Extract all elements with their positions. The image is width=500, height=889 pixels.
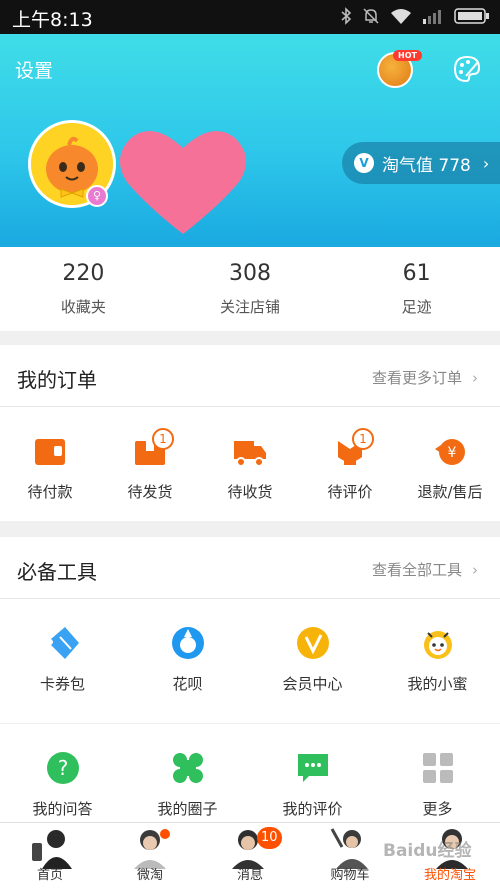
taoqi-value-button[interactable]: V 淘气值 778 › <box>342 142 500 184</box>
new-dot-badge <box>160 829 170 839</box>
tools-row-2: ? 我的问答 我的圈子 我的评价 更多 <box>0 724 500 822</box>
tools-row-1: 卡券包 花呗 会员中心 我的小蜜 <box>0 599 500 723</box>
huabei-icon <box>171 627 204 659</box>
circle-icon <box>172 753 203 783</box>
stat-value: 308 <box>229 261 271 286</box>
order-pending-review[interactable]: 1 待评价 <box>300 407 400 521</box>
tab-label: 首页 <box>36 868 63 883</box>
question-icon: ? <box>46 752 79 784</box>
order-pending-payment[interactable]: 待付款 <box>0 407 100 521</box>
tool-my-reviews[interactable]: 我的评价 <box>250 724 375 822</box>
watermark-text: Baidu经验 <box>383 841 472 861</box>
count-badge: 1 <box>352 428 374 450</box>
order-label: 退款/售后 <box>417 483 483 501</box>
refund-icon: ¥ <box>435 439 465 465</box>
profile-header: 设置 HOT ♀ V 淘气值 778 › <box>0 34 500 247</box>
tool-label: 我的小蜜 <box>407 675 468 693</box>
tab-label: 消息 <box>236 868 263 883</box>
svg-text:¥: ¥ <box>448 445 457 461</box>
order-pending-shipment[interactable]: 1 待发货 <box>100 407 200 521</box>
truck-icon <box>234 441 266 467</box>
stats-bar: 220 收藏夹 308 关注店铺 61 足迹 <box>0 247 500 331</box>
tool-coupons[interactable]: 卡券包 <box>0 599 125 723</box>
assistant-icon <box>423 631 452 659</box>
hot-badge: HOT <box>393 50 422 61</box>
tool-label: 卡券包 <box>39 675 85 693</box>
svg-text:?: ? <box>57 756 68 780</box>
comment-icon <box>297 754 328 782</box>
order-pending-receipt[interactable]: 待收货 <box>200 407 300 521</box>
section-title: 我的订单 <box>17 368 97 392</box>
wallet-icon <box>35 439 65 465</box>
settings-button[interactable]: 设置 <box>15 56 53 83</box>
tools-header: 必备工具 查看全部工具 › <box>0 537 500 599</box>
tab-avatar-photo <box>32 830 72 869</box>
vip-v-icon: V <box>354 153 374 173</box>
taoqi-value-label: 淘气值 778 <box>382 155 471 176</box>
tab-messages[interactable]: 10 消息 <box>200 823 300 889</box>
stat-footprints[interactable]: 61 足迹 <box>333 247 500 331</box>
stat-label: 关注店铺 <box>220 298 281 316</box>
tool-member-center[interactable]: 会员中心 <box>250 599 375 723</box>
tab-home[interactable]: 首页 <box>0 823 100 889</box>
more-grid-icon <box>422 753 453 783</box>
stat-favorites[interactable]: 220 收藏夹 <box>0 247 167 331</box>
signal-icon <box>423 10 441 24</box>
tool-label: 我的问答 <box>32 800 93 818</box>
view-all-orders-link[interactable]: 查看更多订单 › <box>372 367 478 388</box>
order-refund[interactable]: ¥ 退款/售后 <box>400 407 500 521</box>
wifi-icon <box>391 9 411 24</box>
view-more-label: 查看全部工具 <box>371 561 462 579</box>
tool-label: 会员中心 <box>282 675 343 693</box>
orders-header: 我的订单 查看更多订单 › <box>0 345 500 407</box>
stat-label: 足迹 <box>401 298 432 316</box>
order-label: 待发货 <box>127 483 173 501</box>
tab-label: 我的淘宝 <box>423 868 476 883</box>
tab-label: 微淘 <box>136 868 163 883</box>
chevron-right-icon: › <box>482 153 490 173</box>
chevron-right-icon: › <box>472 369 478 387</box>
bluetooth-icon <box>341 7 352 25</box>
message-count-badge: 10 <box>257 827 282 849</box>
tool-my-circle[interactable]: 我的圈子 <box>125 724 250 822</box>
heart-decoration-icon <box>119 130 247 234</box>
tool-label: 我的圈子 <box>157 800 218 818</box>
status-time: 上午8:13 <box>12 9 93 31</box>
tools-section: 必备工具 查看全部工具 › 卡券包 花呗 会员中心 我的小蜜 ? 我的问答 我的… <box>0 537 500 822</box>
tab-label: 购物车 <box>330 868 370 883</box>
mute-bell-icon <box>363 8 379 24</box>
stat-value: 220 <box>62 261 105 286</box>
tab-avatar-photo <box>330 828 368 869</box>
status-bar: 上午8:13 <box>0 0 500 34</box>
view-more-label: 查看更多订单 <box>371 369 462 387</box>
order-label: 待付款 <box>27 483 73 501</box>
tab-weitao[interactable]: 微淘 <box>100 823 200 889</box>
order-label: 待评价 <box>327 483 373 501</box>
count-badge: 1 <box>152 428 174 450</box>
tool-assistant[interactable]: 我的小蜜 <box>375 599 500 723</box>
stat-label: 收藏夹 <box>60 298 106 316</box>
tool-my-qa[interactable]: ? 我的问答 <box>0 724 125 822</box>
tool-label: 我的评价 <box>282 800 343 818</box>
stat-followed-shops[interactable]: 308 关注店铺 <box>167 247 334 331</box>
orders-section: 我的订单 查看更多订单 › 待付款 1 待发货 待收货 1 待评价 ¥ 退款/售… <box>0 345 500 521</box>
tool-label: 更多 <box>422 800 453 818</box>
view-all-tools-link[interactable]: 查看全部工具 › <box>372 559 478 580</box>
member-icon <box>296 627 329 659</box>
skin-palette-icon[interactable] <box>452 54 482 84</box>
status-icons <box>340 7 490 25</box>
tool-more[interactable]: 更多 <box>375 724 500 822</box>
chevron-right-icon: › <box>472 561 478 579</box>
stat-value: 61 <box>402 261 431 286</box>
tool-label: 花呗 <box>172 675 203 693</box>
section-title: 必备工具 <box>17 560 97 584</box>
battery-icon <box>454 8 489 24</box>
order-status-grid: 待付款 1 待发货 待收货 1 待评价 ¥ 退款/售后 <box>0 407 500 521</box>
tool-huabei[interactable]: 花呗 <box>125 599 250 723</box>
coupon-icon <box>50 627 79 659</box>
gender-female-icon: ♀ <box>86 185 108 207</box>
order-label: 待收货 <box>227 483 273 501</box>
